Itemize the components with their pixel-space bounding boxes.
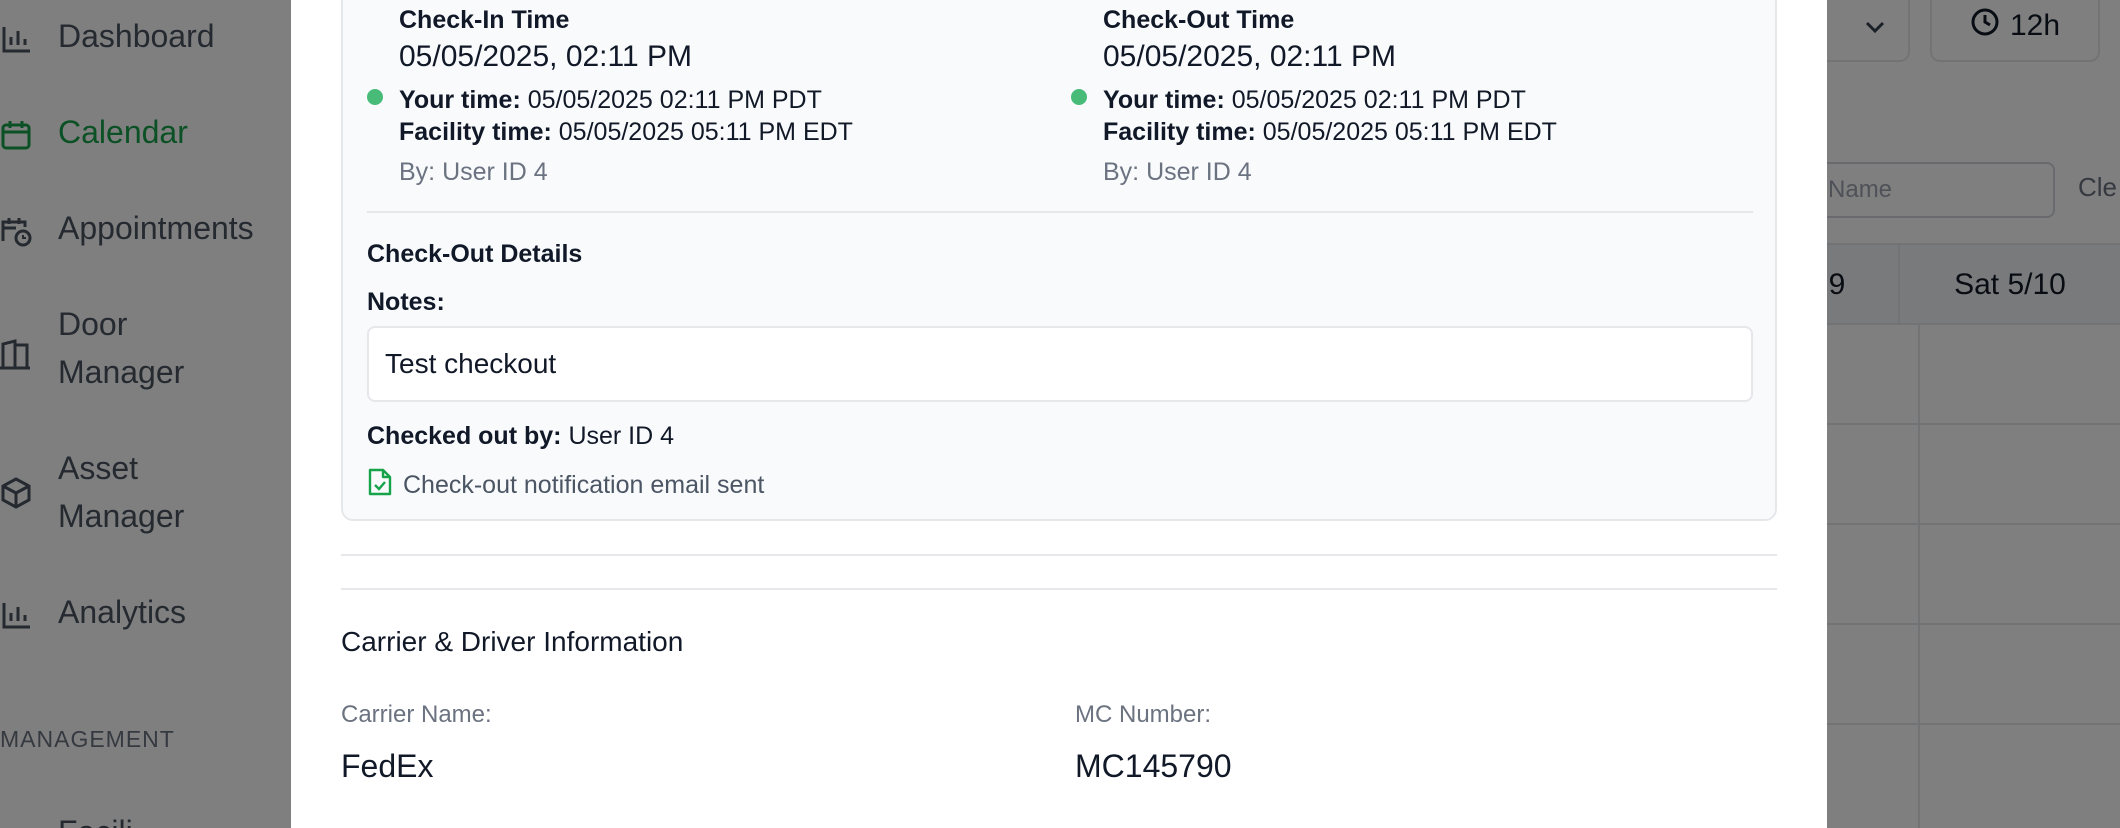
check-in-your-time: Your time: 05/05/2025 02:11 PM PDT xyxy=(399,86,822,114)
notes-field[interactable]: Test checkout xyxy=(367,326,1753,402)
check-out-facility-time: Facility time: 05/05/2025 05:11 PM EDT xyxy=(1103,118,1557,146)
check-in-out-card: Check-In Time 05/05/2025, 02:11 PM Your … xyxy=(341,0,1777,521)
email-status-text: Check-out notification email sent xyxy=(403,471,765,499)
status-dot xyxy=(367,89,383,105)
check-out-your-time: Your time: 05/05/2025 02:11 PM PDT xyxy=(1103,86,1526,114)
check-out-datetime: 05/05/2025, 02:11 PM xyxy=(1103,40,1396,73)
notes-label: Notes: xyxy=(367,288,445,316)
email-status: Check-out notification email sent xyxy=(367,468,764,503)
appointment-details-modal: Check-In Time 05/05/2025, 02:11 PM Your … xyxy=(291,0,1827,828)
check-in-by: By: User ID 4 xyxy=(399,158,548,186)
check-in-datetime: 05/05/2025, 02:11 PM xyxy=(399,40,692,73)
carrier-name-value: FedEx xyxy=(341,748,434,784)
check-in-facility-time: Facility time: 05/05/2025 05:11 PM EDT xyxy=(399,118,853,146)
section-divider xyxy=(341,588,1777,590)
card-divider xyxy=(367,211,1753,213)
mc-number-value: MC145790 xyxy=(1075,748,1232,784)
check-out-by: By: User ID 4 xyxy=(1103,158,1252,186)
check-out-title: Check-Out Time xyxy=(1103,6,1295,34)
mc-number-label: MC Number: xyxy=(1075,701,1212,728)
checked-out-by: Checked out by: User ID 4 xyxy=(367,422,675,450)
file-check-icon xyxy=(367,468,393,503)
carrier-name-label: Carrier Name: xyxy=(341,701,492,728)
carrier-section-title: Carrier & Driver Information xyxy=(341,626,684,657)
check-out-details-title: Check-Out Details xyxy=(367,240,583,268)
status-dot xyxy=(1071,89,1087,105)
check-in-title: Check-In Time xyxy=(399,6,570,34)
section-divider xyxy=(341,554,1777,556)
